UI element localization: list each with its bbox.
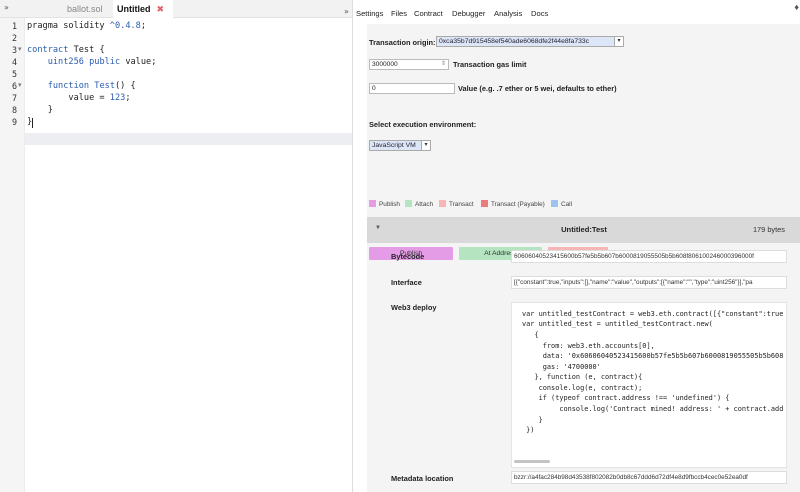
legend-publish: Publish xyxy=(369,200,400,208)
code-line: function Test() { xyxy=(47,81,136,91)
transaction-origin-select[interactable]: 0xca35b7d915458ef540ade6068dfe2f44e8fa73… xyxy=(436,36,624,47)
code-line: pragma solidity ^0.4.8; xyxy=(27,21,147,31)
swatch-icon xyxy=(369,200,376,207)
line-number: 7 xyxy=(12,93,18,103)
contract-panel: Transaction origin: 0xca35b7d915458ef540… xyxy=(367,24,800,492)
bytecode-field[interactable]: 6060604052341560­0b57fe5b5b607b600081905… xyxy=(511,250,787,263)
code-line: }) xyxy=(522,426,535,434)
legend-transact-payable: Transact (Payable) xyxy=(481,200,545,208)
line-number: 4 xyxy=(12,57,18,67)
tab-analysis[interactable]: Analysis xyxy=(494,9,522,18)
line-number: 8 xyxy=(12,105,18,115)
contract-size: 179 bytes xyxy=(752,225,785,234)
legend-transact: Transact xyxy=(439,200,474,208)
bytecode-label: Bytecode xyxy=(391,252,425,261)
active-line-highlight xyxy=(25,133,352,145)
tab-settings[interactable]: Settings xyxy=(356,9,383,18)
legend-call: Call xyxy=(551,200,572,208)
code-line: from: web3.eth.accounts[0], xyxy=(522,342,655,350)
gas-limit-label: Transaction gas limit xyxy=(453,60,527,69)
metadata-location-label: Metadata location xyxy=(391,474,454,483)
interface-field[interactable]: [{"constant":true,"inputs":[],"name":"va… xyxy=(511,276,787,289)
dropdown-arrow-icon: ▾ xyxy=(421,141,430,150)
tab-contract[interactable]: Contract xyxy=(414,9,443,18)
code-line: console.log('Contract mined! address: ' … xyxy=(522,405,784,413)
line-number: 9 xyxy=(12,117,18,127)
close-tab-icon[interactable]: ✖ xyxy=(157,4,165,14)
swatch-icon xyxy=(551,200,558,207)
text-cursor xyxy=(32,118,33,128)
file-tab-label: ballot.sol xyxy=(67,4,103,14)
code-line: } xyxy=(27,105,53,115)
ethereum-icon: ♦ xyxy=(794,2,799,12)
file-tab-untitled[interactable]: Untitled ✖ xyxy=(113,0,173,18)
swatch-icon xyxy=(439,200,446,207)
code-line: uint256 public value; xyxy=(47,57,157,67)
metadata-location-field[interactable]: bzzr://a4fac284b98d43538f802082b0db8c67d… xyxy=(511,471,787,484)
file-tab-ballot[interactable]: ballot.sol xyxy=(63,0,113,18)
code-line: }, function (e, contract){ xyxy=(522,373,643,381)
contract-name: Untitled:Test xyxy=(561,225,607,234)
file-tab-label: Untitled xyxy=(117,4,151,14)
code-line: if (typeof contract.address !== 'undefin… xyxy=(522,394,730,402)
code-editor[interactable]: pragma solidity ^0.4.8; contract Test { … xyxy=(25,18,352,492)
right-panel: » Settings Files Contract Debugger Analy… xyxy=(344,0,800,492)
code-line: var untitled_test = untitled_testContrac… xyxy=(522,320,713,328)
tab-debugger[interactable]: Debugger xyxy=(452,9,485,18)
tab-docs[interactable]: Docs xyxy=(531,9,548,18)
transaction-origin-label: Transaction origin: xyxy=(369,38,436,47)
web3-deploy-label: Web3 deploy xyxy=(391,303,437,312)
contract-header[interactable]: ▼ Untitled:Test 179 bytes xyxy=(367,217,800,243)
toggle-right-panel-icon[interactable]: » xyxy=(344,7,349,16)
gas-limit-input[interactable]: 3000000 ⇕ xyxy=(369,59,449,70)
tab-files[interactable]: Files xyxy=(391,9,407,18)
code-line: gas: '4700000' xyxy=(522,363,601,371)
horizontal-scrollbar[interactable] xyxy=(514,460,550,463)
file-tab-bar: » ballot.sol Untitled ✖ xyxy=(0,0,352,18)
line-number: 2 xyxy=(12,33,18,43)
line-number-gutter: 1 2 3 ▾ 4 5 6 ▾ 7 8 9 xyxy=(0,18,25,492)
execution-environment-label: Select execution environment: xyxy=(369,120,477,129)
code-line: } xyxy=(522,416,543,424)
toggle-left-panel-icon[interactable]: » xyxy=(4,3,9,12)
execution-environment-select[interactable]: JavaScript VM ▾ xyxy=(369,140,431,151)
fold-toggle-icon[interactable]: ▾ xyxy=(18,44,22,56)
editor-pane: » ballot.sol Untitled ✖ 1 2 3 ▾ 4 5 6 ▾ 7… xyxy=(0,0,352,492)
value-input[interactable]: 0 xyxy=(369,83,455,94)
code-line: console.log(e, contract); xyxy=(522,384,643,392)
code-line: value = 123; xyxy=(27,93,131,103)
web3-deploy-code[interactable]: var untitled_testContract = web3.eth.con… xyxy=(511,302,787,468)
fold-toggle-icon[interactable]: ▾ xyxy=(18,80,22,92)
code-line: { xyxy=(522,331,539,339)
value-label: Value (e.g. .7 ether or 5 wei, defaults … xyxy=(458,84,617,93)
legend-attach: Attach xyxy=(405,200,433,208)
code-line: var untitled_testContract = web3.eth.con… xyxy=(522,310,784,318)
stepper-icon[interactable]: ⇕ xyxy=(441,60,446,69)
swatch-icon xyxy=(481,200,488,207)
interface-label: Interface xyxy=(391,278,422,287)
line-number: 5 xyxy=(12,69,18,79)
panel-nav: » Settings Files Contract Debugger Analy… xyxy=(344,0,800,24)
swatch-icon xyxy=(405,200,412,207)
line-number: 1 xyxy=(12,21,18,31)
dropdown-arrow-icon: ▾ xyxy=(614,37,623,46)
code-line: contract Test { xyxy=(27,45,105,55)
code-line: data: '0x6060604052341560­0b57fe5b5b607b… xyxy=(522,352,784,360)
